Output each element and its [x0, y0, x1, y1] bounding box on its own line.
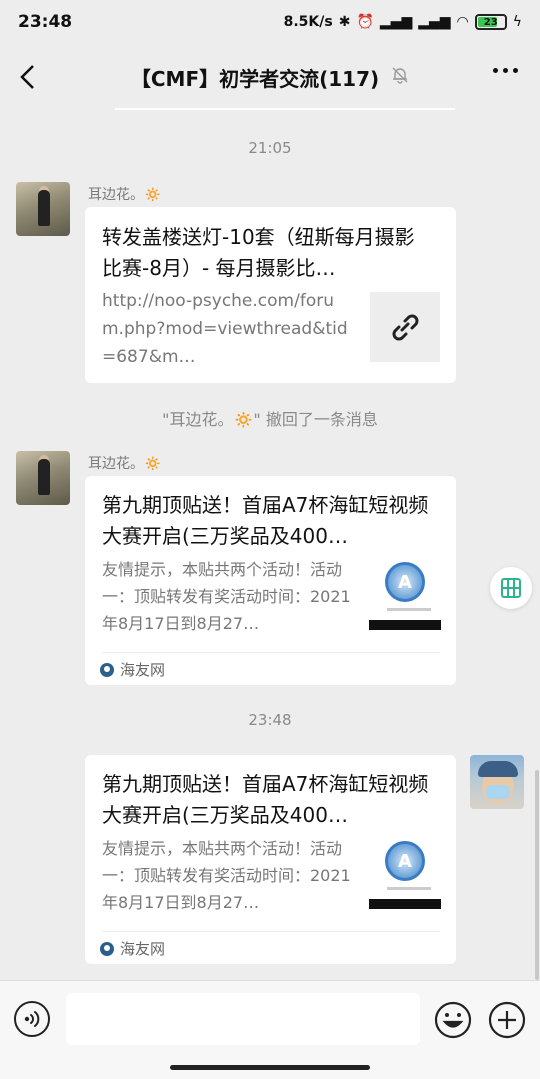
chat-header: 【CMF】初学者交流(117): [0, 44, 540, 110]
timestamp: 23:48: [248, 711, 292, 729]
net-speed: 8.5K/s: [283, 14, 333, 30]
avatar[interactable]: [16, 451, 70, 505]
card-title: 第九期顶贴送！首届A7杯海缸短视频大赛开启(三万奖品及400…: [102, 772, 429, 827]
avatar[interactable]: [470, 755, 524, 809]
card-divider: [102, 652, 439, 653]
signal-icon-2: ▂▄▆: [418, 14, 451, 30]
source-logo-icon: [100, 662, 114, 677]
status-time: 23:48: [18, 12, 73, 32]
card-description: 友情提示，本贴共两个活动！活动一：顶贴转发有奖活动时间：2021年8月17日到8…: [102, 839, 351, 912]
chat-title: 【CMF】初学者交流(117): [130, 66, 380, 91]
mute-bell-icon: [391, 66, 409, 88]
card-divider: [102, 931, 439, 932]
previous-card-edge: [115, 108, 455, 110]
wifi-icon: ◠: [456, 14, 469, 30]
home-indicator[interactable]: [170, 1065, 370, 1070]
sender-name: 耳边花。🔅: [88, 456, 162, 472]
source-logo-icon: [100, 941, 114, 956]
link-card[interactable]: 转发盖楼送灯-10套（纽斯每月摄影比赛-8月）- 每月摄影比… http://n…: [85, 207, 456, 383]
more-options-icon[interactable]: [493, 68, 518, 73]
article-card[interactable]: 第九期顶贴送！首届A7杯海缸短视频大赛开启(三万奖品及400… 友情提示，本贴共…: [85, 476, 456, 685]
message-input[interactable]: [66, 993, 420, 1045]
back-arrow-icon[interactable]: [16, 62, 40, 92]
link-icon: [370, 292, 440, 362]
card-title: 转发盖楼送灯-10套（纽斯每月摄影比赛-8月）- 每月摄影比…: [102, 225, 415, 280]
card-source: 海友网: [100, 659, 165, 680]
card-title: 第九期顶贴送！首届A7杯海缸短视频大赛开启(三万奖品及400…: [102, 493, 429, 548]
article-thumbnail: A: [369, 558, 441, 630]
charging-icon: ϟ: [512, 14, 522, 30]
status-bar: 23:48 8.5K/s ✱ ⏰ ▂▄▆ ▂▄▆ ◠ 23 ϟ: [0, 0, 540, 44]
recall-notice: "耳边花。🔅" 撤回了一条消息: [162, 410, 378, 429]
card-url: http://noo-psyche.com/forum.php?mod=view…: [102, 291, 348, 367]
timestamp: 21:05: [248, 139, 292, 157]
signal-icon: ▂▄▆: [379, 14, 413, 30]
emoji-icon[interactable]: [434, 1001, 472, 1039]
avatar[interactable]: [16, 182, 70, 236]
scrollbar[interactable]: [535, 770, 539, 980]
card-description: 友情提示，本贴共两个活动！活动一：顶贴转发有奖活动时间：2021年8月17日到8…: [102, 560, 351, 633]
voice-input-icon[interactable]: [14, 1001, 50, 1037]
sender-name: 耳边花。🔅: [88, 187, 162, 203]
bluetooth-icon: ✱: [338, 14, 351, 30]
article-card[interactable]: 第九期顶贴送！首届A7杯海缸短视频大赛开启(三万奖品及400… 友情提示，本贴共…: [85, 755, 456, 964]
floating-cube-icon[interactable]: [490, 567, 532, 609]
article-thumbnail: A: [369, 837, 441, 909]
status-icons: 8.5K/s ✱ ⏰ ▂▄▆ ▂▄▆ ◠ 23 ϟ: [284, 14, 522, 30]
input-bar: [0, 980, 540, 1079]
plus-icon[interactable]: [488, 1001, 526, 1039]
alarm-icon: ⏰: [356, 14, 374, 30]
battery-icon: 23: [474, 14, 507, 30]
card-source: 海友网: [100, 938, 165, 959]
